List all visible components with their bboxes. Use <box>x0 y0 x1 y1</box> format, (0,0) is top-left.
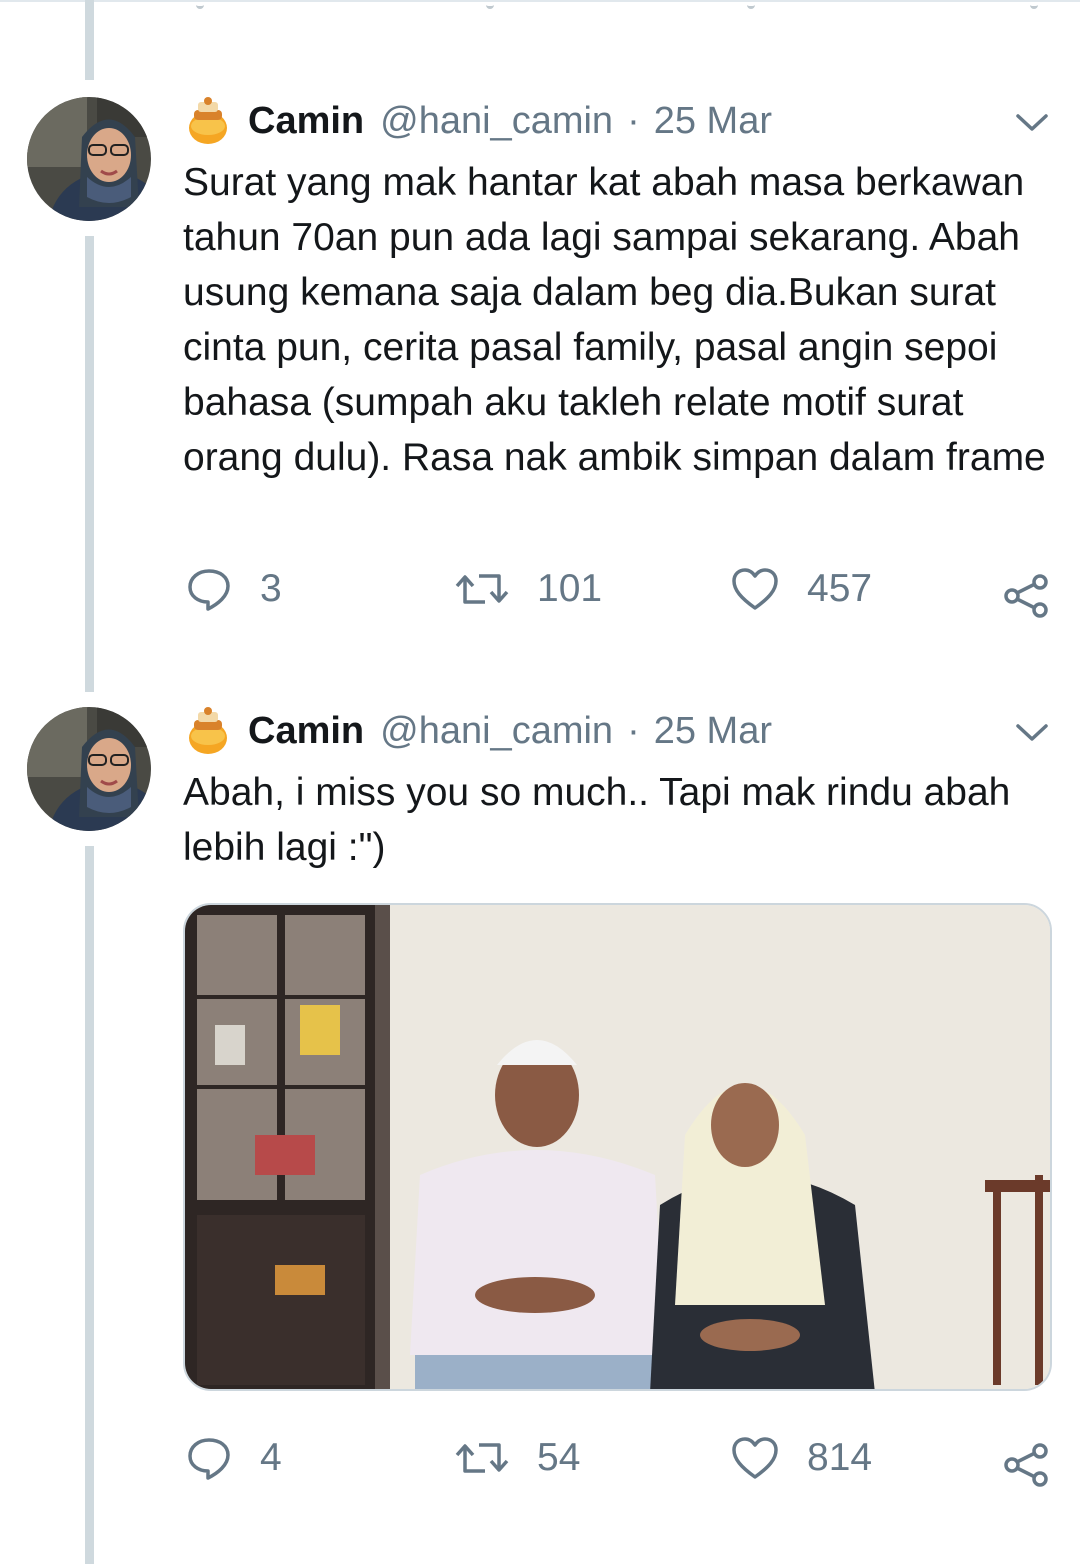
tweet-text: Surat yang mak hantar kat abah masa berk… <box>183 161 1046 479</box>
tweet-photo[interactable] <box>183 903 1052 1391</box>
reply-icon <box>188 1438 230 1480</box>
like-button[interactable]: 457 <box>731 566 872 612</box>
reply-button[interactable]: 3 <box>186 566 282 612</box>
tweet-actions: 4 54 814 <box>0 1435 1080 1495</box>
tweet-date[interactable]: 25 Mar <box>654 100 772 143</box>
heart-icon <box>732 1437 778 1479</box>
heart-icon <box>732 568 778 610</box>
retweet-icon <box>455 574 509 604</box>
retweet-button[interactable]: 101 <box>455 566 602 612</box>
reply-icon <box>188 569 230 611</box>
retweet-icon <box>455 1443 509 1473</box>
separator-dot: · <box>627 99 640 142</box>
like-count: 457 <box>807 567 873 610</box>
like-count: 814 <box>807 1436 873 1479</box>
tweet-date[interactable]: 25 Mar <box>654 710 772 753</box>
retweet-count: 54 <box>537 1436 581 1479</box>
reply-button[interactable]: 4 <box>186 1435 282 1481</box>
author-name[interactable]: Camin <box>248 710 364 753</box>
author-handle[interactable]: @hani_camin <box>380 710 613 753</box>
honey-pot-icon <box>189 707 227 754</box>
share-icon[interactable] <box>1002 1441 1050 1489</box>
tweet[interactable]: Camin @hani_camin · 25 Mar Surat yang ma… <box>0 0 1080 700</box>
author-handle[interactable]: @hani_camin <box>380 100 613 143</box>
chevron-down-icon[interactable] <box>1014 720 1050 744</box>
tweet[interactable]: Camin @hani_camin · 25 Mar Abah, i miss … <box>0 700 1080 1564</box>
honey-pot-icon <box>189 97 227 144</box>
like-button[interactable]: 814 <box>731 1435 872 1481</box>
reply-count: 4 <box>260 1436 282 1479</box>
tweet-text: Abah, i miss you so much.. Tapi mak rind… <box>183 771 1011 869</box>
author-name[interactable]: Camin <box>248 100 364 143</box>
retweet-count: 101 <box>537 567 603 610</box>
avatar[interactable] <box>27 707 151 831</box>
retweet-button[interactable]: 54 <box>455 1435 580 1481</box>
separator-dot: · <box>627 709 640 752</box>
chevron-down-icon[interactable] <box>1014 110 1050 134</box>
tweet-header: Camin @hani_camin · 25 Mar <box>186 706 772 756</box>
share-icon[interactable] <box>1002 572 1050 620</box>
photo-image <box>185 905 1050 1389</box>
tweet-actions: 3 101 457 <box>0 566 1080 626</box>
tweet-header: Camin @hani_camin · 25 Mar <box>186 96 772 146</box>
avatar[interactable] <box>27 97 151 221</box>
reply-count: 3 <box>260 567 282 610</box>
